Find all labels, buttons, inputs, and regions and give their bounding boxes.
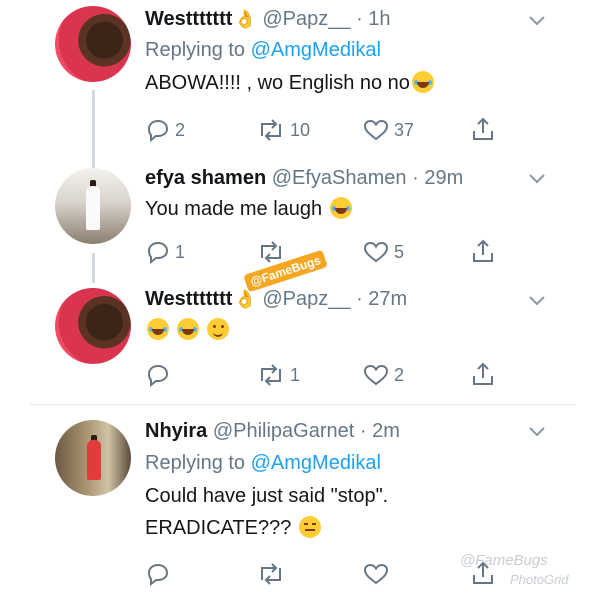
divider	[30, 404, 575, 405]
retweet-count: 10	[290, 119, 311, 140]
heart-icon	[363, 364, 389, 386]
chevron-down-icon[interactable]	[527, 10, 547, 30]
retweet-icon	[261, 364, 281, 386]
handle[interactable]: @Papz__	[262, 288, 350, 310]
laughing-emoji-icon	[411, 71, 434, 93]
tweet-text: You made me laugh	[145, 197, 352, 221]
heart-icon	[363, 119, 389, 141]
retweet-icon	[261, 119, 281, 141]
like-count: 2	[394, 364, 405, 385]
like-button[interactable]: 5	[362, 240, 404, 264]
reply-icon	[147, 119, 169, 142]
retweet-button[interactable]	[256, 240, 286, 264]
reply-button[interactable]: 2	[145, 118, 185, 142]
handle[interactable]: @EfyaShamen	[272, 167, 407, 189]
thread-line	[92, 253, 95, 283]
expressionless-emoji-icon	[298, 516, 321, 538]
ok-hand-icon: 👌	[234, 9, 257, 29]
replying-to: Replying to @AmgMedikal	[145, 452, 381, 474]
ok-hand-icon: 👌	[234, 289, 257, 309]
replying-to: Replying to @AmgMedikal	[145, 39, 381, 61]
reply-button[interactable]	[145, 363, 171, 387]
share-icon	[473, 117, 493, 140]
share-button[interactable]	[470, 361, 496, 387]
retweet-icon	[261, 241, 281, 263]
heart-icon	[363, 563, 389, 585]
reply-icon	[147, 241, 169, 264]
display-name[interactable]: efya shamen	[145, 167, 266, 189]
avatar[interactable]	[55, 6, 131, 82]
laughing-emoji-icon	[329, 197, 352, 219]
reply-count: 2	[175, 119, 186, 140]
avatar[interactable]	[55, 168, 131, 244]
handle[interactable]: @Papz__	[262, 8, 350, 30]
chevron-down-icon[interactable]	[527, 290, 547, 310]
chevron-down-icon[interactable]	[527, 421, 547, 441]
share-button[interactable]	[470, 238, 496, 264]
like-count: 5	[394, 241, 405, 262]
display-name[interactable]: Nhyira	[145, 420, 207, 442]
retweet-button[interactable]	[256, 562, 286, 586]
timestamp[interactable]: · 27m	[356, 288, 407, 310]
timestamp[interactable]: · 29m	[412, 167, 463, 189]
avatar[interactable]	[55, 420, 131, 496]
reply-count: 1	[175, 241, 186, 262]
reply-icon	[147, 563, 169, 586]
share-icon	[473, 362, 493, 385]
handle[interactable]: @PhilipaGarnet	[213, 420, 354, 442]
like-button[interactable]: 2	[362, 363, 404, 387]
watermark-text: @FameBugs	[460, 552, 548, 569]
share-button[interactable]	[470, 116, 496, 142]
share-icon	[473, 239, 493, 262]
retweet-icon	[261, 563, 281, 585]
like-count: 37	[394, 119, 415, 140]
timestamp[interactable]: · 1h	[356, 8, 390, 30]
tweet-text	[145, 318, 229, 342]
tweet-text-line-1: Could have just said "stop".	[145, 485, 389, 507]
reply-icon	[147, 364, 169, 387]
display-name[interactable]: Westtttttt	[145, 8, 232, 30]
chevron-down-icon[interactable]	[527, 168, 547, 188]
tweet-text: ABOWA!!!! , wo English no no	[145, 71, 434, 95]
avatar[interactable]	[55, 288, 131, 364]
retweet-count: 1	[290, 364, 301, 385]
timestamp[interactable]: · 2m	[360, 420, 400, 442]
mention-link[interactable]: @AmgMedikal	[251, 452, 381, 474]
thread-line	[92, 90, 95, 168]
like-button[interactable]: 37	[362, 118, 414, 142]
retweet-button[interactable]: 1	[256, 363, 300, 387]
reply-button[interactable]	[145, 562, 171, 586]
heart-icon	[363, 241, 389, 263]
watermark-text: PhotoGrid	[510, 572, 569, 587]
laughing-emoji-icon	[147, 318, 169, 340]
mention-link[interactable]: @AmgMedikal	[251, 39, 381, 61]
smiling-emoji-icon	[207, 318, 229, 340]
reply-button[interactable]: 1	[145, 240, 185, 264]
laughing-emoji-icon	[177, 318, 199, 340]
retweet-button[interactable]: 10	[256, 118, 310, 142]
tweet-text-line-2: ERADICATE???	[145, 516, 321, 540]
like-button[interactable]	[362, 562, 390, 586]
display-name[interactable]: Westtttttt	[145, 288, 232, 310]
